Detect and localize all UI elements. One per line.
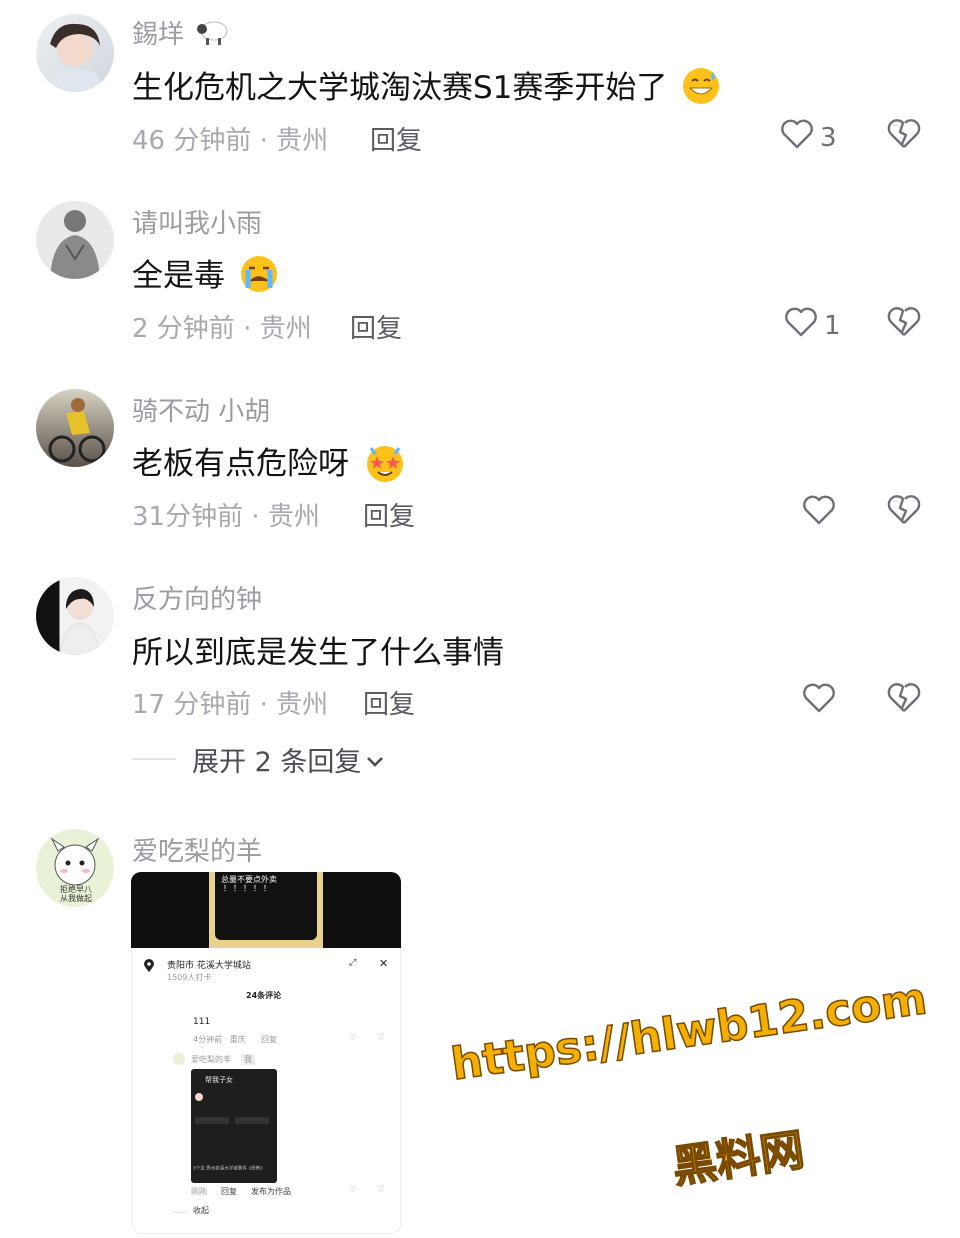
embedded-image-title: 帮我子女 [205, 1076, 233, 1084]
broken-heart-icon [886, 307, 922, 342]
like-button[interactable] [802, 682, 836, 721]
reply-button[interactable]: 回复 [363, 496, 415, 533]
dislike-button[interactable] [886, 118, 922, 154]
comment-time-location: 46 分钟前 · 贵州 [132, 126, 329, 156]
comment-username[interactable]: 爱吃梨的羊 [132, 831, 262, 868]
checkin-count: 1509人打卡 [167, 973, 212, 982]
placeholder-bar [235, 1117, 269, 1124]
avatar[interactable] [36, 389, 114, 467]
comment-username[interactable]: 錫垟 [132, 14, 230, 54]
comment-time-location: 31分钟前 · 贵州 [132, 502, 320, 532]
comment-text: 所以到底是发生了什么事情 [132, 635, 504, 671]
like-button[interactable]: 3 [780, 118, 837, 157]
expand-icon: ⤢ [349, 958, 357, 968]
location-name: 贵阳市 花溪大学城站 [167, 961, 251, 971]
close-icon: ✕ [379, 957, 389, 970]
crying-emoji [239, 254, 279, 302]
broken-heart-icon: ♡ [377, 1185, 385, 1194]
sheep-emoji [196, 17, 230, 54]
broken-heart-icon [886, 495, 922, 530]
reply-button[interactable]: 回复 [363, 684, 415, 721]
placeholder-bar [195, 1117, 229, 1124]
divider [132, 758, 176, 760]
embedded-reply: 回复 [221, 1187, 237, 1196]
heart-icon [780, 118, 814, 157]
expand-replies-label: 展开 2 条回复 [192, 747, 362, 778]
heart-icon: ♡ [349, 1033, 357, 1042]
comment-username[interactable]: 反方向的钟 [132, 579, 262, 616]
avatar[interactable]: 拒绝早八 从我做起 [36, 829, 114, 907]
heart-icon [802, 494, 836, 533]
comment-text: 生化危机之大学城淘汰赛S1赛季开始了 [132, 62, 721, 114]
avatar[interactable] [36, 14, 114, 92]
comment-time-location: 17 分钟前 · 贵州 [132, 690, 329, 720]
comment-username[interactable]: 骑不动 小胡 [132, 391, 270, 428]
like-count: 3 [820, 122, 837, 153]
heart-icon [802, 682, 836, 721]
avatar[interactable] [36, 577, 114, 655]
comment-time-location: 2 分钟前 · 贵州 [132, 314, 312, 344]
avatar [195, 1093, 203, 1101]
avatar[interactable] [36, 201, 114, 279]
reply-button[interactable]: 回复 [370, 120, 422, 157]
reply-button[interactable]: 回复 [350, 308, 402, 345]
watermark-url: https://hlwb12.com [447, 973, 930, 1092]
star-struck-emoji [363, 440, 407, 492]
comment-image[interactable]: 总量不要点外卖 ！！！！！ 贵阳市 花溪大学城站 1509人打卡 ⤢ ✕ 24条… [131, 872, 401, 1234]
location-pin-icon [143, 959, 155, 976]
divider [173, 1212, 187, 1213]
like-count: 1 [824, 310, 841, 341]
me-badge: 我 [241, 1054, 255, 1065]
embedded-comment-meta: 4分钟前 · 重庆 [193, 1035, 246, 1044]
grinning-sweat-emoji [681, 66, 721, 114]
comment-text: 全是毒 [132, 250, 279, 302]
embedded-image-caption: 3个女 贵州花溪大学城事件《恐怖》 [193, 1165, 265, 1172]
watermark-site: 黑料网 [669, 1124, 808, 1194]
expand-replies-button[interactable]: 展开 2 条回复 [192, 740, 385, 779]
dislike-button[interactable] [886, 682, 922, 718]
avatar [173, 1053, 185, 1065]
broken-heart-icon [886, 683, 922, 718]
collapse-replies: 收起 [193, 1206, 209, 1215]
heart-icon [784, 306, 818, 345]
broken-heart-icon: ♡ [377, 1033, 385, 1042]
embedded-time: 刚刚 [191, 1187, 207, 1196]
embedded-reply: 回复 [261, 1035, 277, 1044]
comment-count: 24条评论 [246, 991, 282, 1000]
like-button[interactable] [802, 494, 836, 533]
dislike-button[interactable] [886, 306, 922, 342]
publish-as-post: 发布为作品 [251, 1187, 291, 1196]
embedded-comment-text: 111 [193, 1017, 211, 1027]
comment-text: 老板有点危险呀 [132, 438, 407, 492]
avatar-caption: 拒绝早八 从我做起 [60, 885, 92, 903]
video-exclaim: ！！！！！ [223, 884, 273, 893]
dislike-button[interactable] [886, 494, 922, 530]
like-button[interactable]: 1 [784, 306, 841, 345]
heart-icon: ♡ [349, 1185, 357, 1194]
comment-username[interactable]: 请叫我小雨 [132, 203, 262, 240]
embedded-username: 爱吃梨的羊 [191, 1055, 231, 1064]
broken-heart-icon [886, 119, 922, 154]
embedded-image: 帮我子女 3个女 贵州花溪大学城事件《恐怖》 [191, 1069, 277, 1183]
chevron-down-icon [365, 744, 385, 775]
